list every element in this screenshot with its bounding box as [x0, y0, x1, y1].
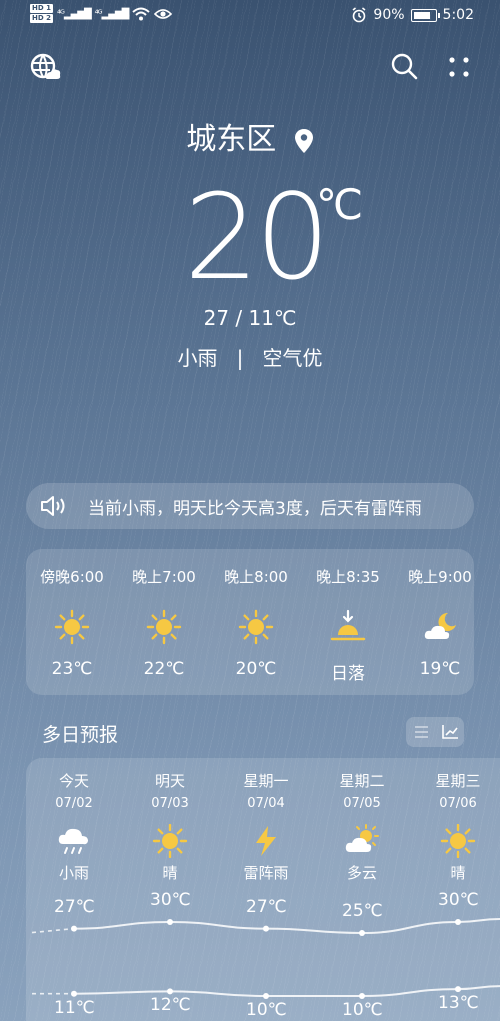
- sun-icon: [152, 824, 188, 858]
- hour-temp: 20℃: [235, 659, 277, 679]
- low-temp-dot: [167, 988, 173, 995]
- hour-temp: 19℃: [419, 659, 461, 679]
- hour-time: 傍晚6:00: [40, 568, 104, 586]
- search-icon[interactable]: [388, 50, 420, 82]
- chart-view-icon[interactable]: [441, 724, 459, 740]
- today-high-low: 27 / 11℃: [203, 306, 297, 330]
- day-low-label: 11℃: [54, 997, 95, 1018]
- high-temp-dot: [455, 919, 461, 925]
- day-weather: 多云: [346, 864, 377, 882]
- air-quality[interactable]: 空气优: [262, 346, 322, 370]
- city-manage-globe-icon[interactable]: [28, 50, 62, 84]
- hour-temp: 22℃: [143, 659, 185, 679]
- day-name: 星期三: [435, 772, 481, 790]
- network-type-1: ⁴ᴳ: [56, 8, 65, 20]
- location-header[interactable]: 城东区: [0, 114, 500, 158]
- status-bar: HD 1 HD 2 ⁴ᴳ▂▄▆█ ⁴ᴳ▂▄▆█ 90% 5:02: [0, 0, 500, 32]
- current-temperature: 20: [184, 168, 330, 306]
- partly-cloudy-icon: [345, 824, 379, 852]
- view-toggle[interactable]: [406, 717, 464, 747]
- hour-time: 晚上8:00: [224, 568, 288, 586]
- day-high-label: 30℃: [150, 890, 191, 910]
- high-temp-dot: [359, 930, 365, 936]
- status-left: HD 1 HD 2 ⁴ᴳ▂▄▆█ ⁴ᴳ▂▄▆█: [30, 4, 173, 24]
- hour-time: 晚上8:35: [316, 568, 380, 586]
- hourly-forecast-card[interactable]: 傍晚6:00 23℃ 晚上7:00 22℃ 晚上8:00 20℃ 晚上8:35 …: [26, 549, 474, 695]
- network-type-2: ⁴ᴳ: [94, 8, 103, 20]
- condition-separator: |: [236, 346, 244, 370]
- clock: 5:02: [442, 7, 474, 23]
- day-weather: 晴: [162, 864, 178, 882]
- hour-sunset-label: 日落: [331, 664, 365, 684]
- condition-row: 小雨 | 空气优: [0, 342, 500, 371]
- day-date: 07/03: [151, 796, 189, 811]
- day-high-label: 30℃: [438, 890, 479, 910]
- day-low-label: 10℃: [342, 1000, 383, 1020]
- status-right: 90% 5:02: [351, 7, 474, 23]
- high-temp-dot: [167, 919, 173, 925]
- day-high-label: 25℃: [342, 901, 383, 921]
- day-date: 07/02: [55, 796, 93, 811]
- low-temp-dot: [359, 993, 365, 999]
- more-options-icon[interactable]: [446, 52, 472, 82]
- sun-icon: [238, 609, 274, 645]
- daily-forecast-card[interactable]: 今天 07/02 小雨 明天 07/03 晴 星期一 07/04 雷阵雨 星期二…: [26, 758, 500, 1021]
- high-temperature-curve: [73, 918, 500, 935]
- hour-temp: 23℃: [51, 659, 93, 679]
- day-low-label: 10℃: [246, 1000, 287, 1020]
- low-temp-dot: [71, 990, 77, 997]
- weather-broadcast-bar[interactable]: 当前小雨，明天比今天高3度，后天有雷阵雨: [26, 483, 474, 529]
- signal-icon-1: ⁴ᴳ▂▄▆█: [56, 8, 92, 20]
- day-name: 明天: [154, 772, 185, 790]
- day-weather: 晴: [450, 864, 466, 882]
- battery-percent: 90%: [373, 7, 405, 23]
- broadcast-text: 当前小雨，明天比今天高3度，后天有雷阵雨: [88, 498, 422, 519]
- day-high-label: 27℃: [54, 896, 95, 917]
- high-temp-dot: [71, 925, 77, 932]
- signal-icon-2: ⁴ᴳ▂▄▆█: [94, 8, 130, 20]
- day-low-label: 13℃: [438, 993, 479, 1014]
- sun-icon: [440, 824, 476, 858]
- current-condition: 小雨: [177, 346, 218, 370]
- rain-cloud-icon: [58, 828, 88, 854]
- thunder-icon: [256, 826, 276, 856]
- sim1-badge: HD 1: [30, 4, 53, 13]
- speaker-icon[interactable]: [40, 495, 70, 517]
- day-date: 07/06: [439, 796, 477, 811]
- high-temp-dot: [263, 925, 269, 932]
- hour-time: 晚上7:00: [132, 568, 196, 586]
- sunset-icon: [330, 609, 366, 641]
- sun-icon: [146, 609, 182, 645]
- high-curve-extension: [31, 927, 75, 934]
- location-pin-icon: [294, 128, 313, 153]
- hour-time: 晚上9:00: [408, 568, 472, 586]
- day-name: 星期一: [243, 772, 289, 790]
- sim-indicators: HD 1 HD 2: [30, 4, 53, 24]
- battery-icon: [410, 8, 440, 22]
- day-weather: 小雨: [58, 864, 89, 882]
- day-name: 星期二: [339, 772, 385, 790]
- low-temp-dot: [263, 993, 269, 999]
- day-high-label: 27℃: [246, 896, 287, 917]
- moon-cloud-icon: [424, 612, 456, 639]
- low-temp-dot: [455, 986, 461, 993]
- day-low-label: 12℃: [150, 995, 191, 1016]
- alarm-icon: [352, 7, 366, 23]
- location-name: 城东区: [186, 122, 277, 157]
- day-date: 07/05: [343, 796, 381, 811]
- sun-icon: [54, 609, 90, 645]
- list-view-icon[interactable]: [412, 724, 430, 740]
- day-date: 07/04: [247, 796, 285, 811]
- eye-icon: [154, 9, 173, 19]
- day-name: 今天: [58, 772, 89, 790]
- daily-forecast-title: 多日预报: [42, 724, 119, 746]
- day-weather: 雷阵雨: [243, 864, 289, 882]
- wifi-icon: [132, 7, 150, 21]
- temperature-unit: ℃: [316, 180, 364, 229]
- low-temperature-curve: [73, 985, 500, 997]
- sim2-badge: HD 2: [30, 14, 53, 23]
